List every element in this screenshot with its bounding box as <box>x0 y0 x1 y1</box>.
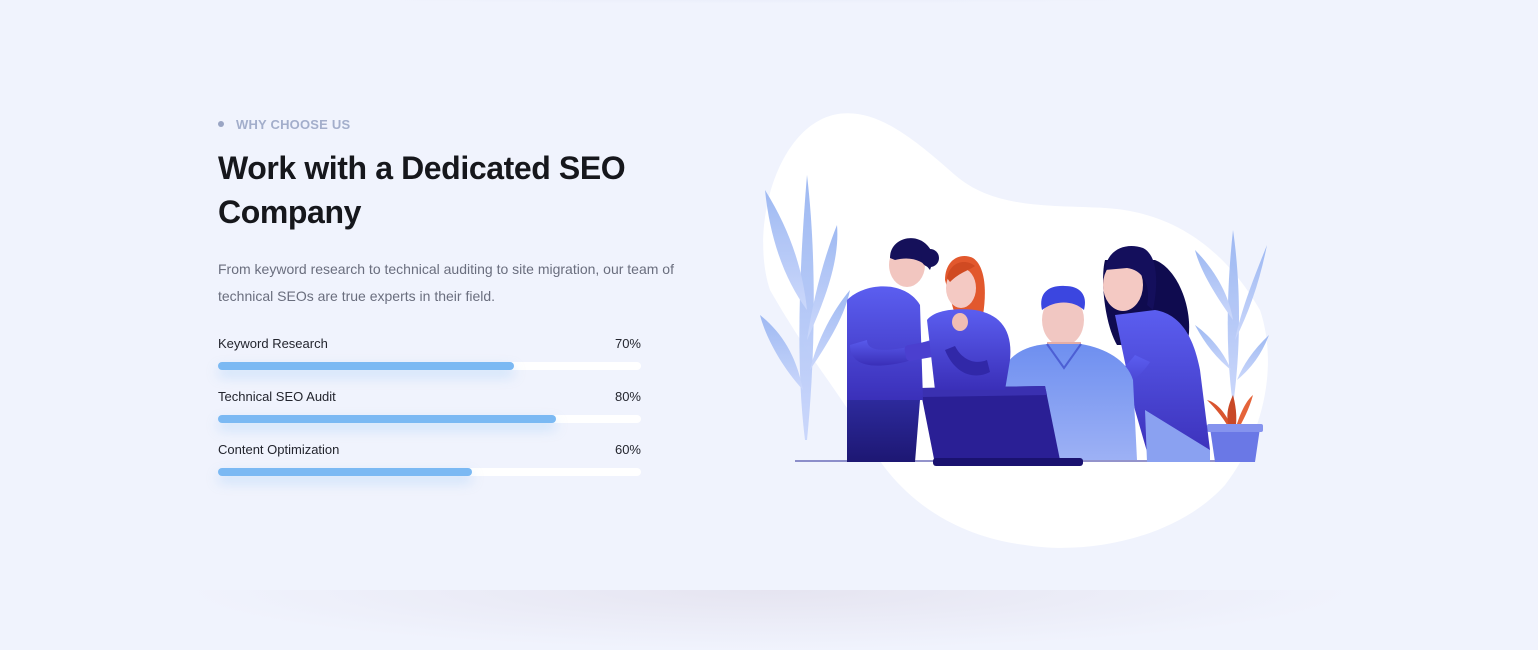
skill-percent: 60% <box>614 442 641 457</box>
eyebrow: WHY CHOOSE US <box>218 112 698 136</box>
bullet-dot-icon <box>218 121 224 127</box>
progress-fill <box>218 415 557 423</box>
why-choose-us-content: WHY CHOOSE US Work with a Dedicated SEO … <box>218 112 698 310</box>
section-description: From keyword research to technical audit… <box>218 261 674 304</box>
top-shadow <box>200 0 1320 4</box>
progress-track <box>218 468 641 476</box>
progress-track <box>218 415 641 423</box>
section-title: Work with a Dedicated SEO Company <box>218 150 626 230</box>
skill-label: Content Optimization <box>218 442 340 457</box>
skill-label: Keyword Research <box>218 336 328 351</box>
eyebrow-label: WHY CHOOSE US <box>236 116 351 132</box>
team-working-at-laptop-illustration <box>755 110 1275 555</box>
skills-list: Keyword Research 70% Technical SEO Audit… <box>218 334 641 493</box>
skill-item: Keyword Research 70% <box>218 334 641 387</box>
bottom-shadow <box>180 590 1360 650</box>
progress-fill <box>218 468 472 476</box>
skill-item: Content Optimization 60% <box>218 440 641 493</box>
skill-label: Technical SEO Audit <box>218 389 336 404</box>
progress-fill <box>218 362 515 370</box>
progress-track <box>218 362 641 370</box>
blob-background <box>763 113 1268 548</box>
skill-item: Technical SEO Audit 80% <box>218 387 641 440</box>
skill-percent: 80% <box>614 389 641 404</box>
skill-percent: 70% <box>614 336 641 351</box>
